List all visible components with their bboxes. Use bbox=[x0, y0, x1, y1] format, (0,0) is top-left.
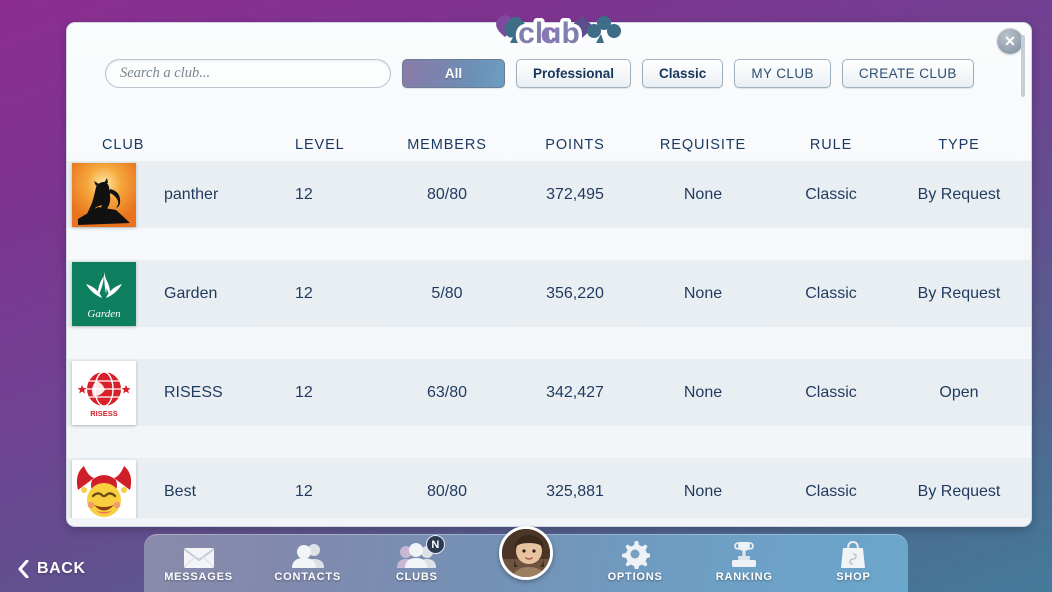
club-members: 80/80 bbox=[426, 185, 468, 203]
club-type: By Request bbox=[917, 482, 1001, 500]
club-requisite: None bbox=[683, 185, 723, 203]
club-type: By Request bbox=[917, 185, 1001, 203]
table-row[interactable]: Best 12 80/80 325,881 None Classic By Re… bbox=[67, 458, 1031, 518]
club-rule: Classic bbox=[805, 284, 857, 302]
chevron-left-icon bbox=[18, 560, 29, 578]
club-points: 342,427 bbox=[546, 383, 604, 401]
club-points: 325,881 bbox=[546, 482, 604, 500]
nav-label: MESSAGES bbox=[164, 571, 233, 583]
nav-item-options[interactable]: OPTIONS bbox=[587, 534, 683, 583]
club-requisite: None bbox=[683, 482, 723, 500]
club-rule: Classic bbox=[805, 185, 857, 203]
nav-item-contacts[interactable]: CONTACTS bbox=[260, 534, 356, 583]
profile-avatar-wrap bbox=[478, 526, 574, 580]
club-name: RISESS bbox=[164, 383, 223, 401]
avatar[interactable] bbox=[498, 526, 553, 580]
col-header-requisite: REQUISITE bbox=[659, 137, 747, 153]
club-points: 356,220 bbox=[546, 284, 604, 302]
svg-text:RISESS: RISESS bbox=[90, 409, 118, 418]
club-logo-text: club bbox=[518, 17, 580, 50]
col-header-points: POINTS bbox=[545, 137, 605, 153]
club-logo: club c club club bbox=[67, 11, 1031, 57]
col-header-level: LEVEL bbox=[295, 137, 345, 153]
club-level: 12 bbox=[295, 284, 313, 302]
club-level: 12 bbox=[295, 383, 313, 401]
club-requisite: None bbox=[683, 383, 723, 401]
nav-label: SHOP bbox=[836, 571, 871, 583]
club-requisite: None bbox=[683, 284, 723, 302]
svg-text:club: club bbox=[518, 17, 580, 50]
table-row[interactable]: Garden Garden 12 5/80 356,220 None Class… bbox=[67, 260, 1031, 327]
nav-label: RANKING bbox=[715, 571, 773, 583]
jester-face-avatar bbox=[72, 459, 136, 518]
club-name: Garden bbox=[164, 284, 218, 302]
nav-label: CLUBS bbox=[395, 571, 438, 583]
club-name: panther bbox=[164, 185, 219, 203]
club-level: 12 bbox=[295, 482, 313, 500]
club-rule: Classic bbox=[805, 482, 857, 500]
nav-item-shop[interactable]: SHOP bbox=[805, 534, 901, 583]
close-icon[interactable]: ✕ bbox=[997, 28, 1023, 54]
club-type: By Request bbox=[917, 284, 1001, 302]
bottom-nav: MESSAGES CONTACTS N CLUBS OPTIONS RANKIN… bbox=[144, 526, 908, 592]
trophy-icon bbox=[728, 539, 760, 569]
club-list: panther 12 80/80 372,495 None Classic By… bbox=[67, 161, 1031, 518]
table-header: CLUB LEVEL MEMBERS POINTS REQUISITE RULE… bbox=[67, 131, 1031, 159]
envelope-icon bbox=[182, 539, 215, 569]
club-level: 12 bbox=[295, 185, 313, 203]
gear-icon bbox=[620, 539, 651, 569]
club-members: 80/80 bbox=[426, 482, 468, 500]
clubs-notification-badge: N bbox=[425, 535, 445, 554]
garden-green-leaf-avatar: Garden bbox=[72, 261, 136, 326]
filter-professional-button[interactable]: Professional bbox=[516, 59, 632, 88]
filter-classic-button[interactable]: Classic bbox=[642, 59, 724, 88]
create-club-button[interactable]: CREATE CLUB bbox=[841, 59, 974, 88]
nav-label: CONTACTS bbox=[274, 571, 342, 583]
my-club-button[interactable]: MY CLUB bbox=[734, 59, 831, 88]
club-name: Best bbox=[164, 482, 197, 500]
club-rule: Classic bbox=[805, 383, 857, 401]
club-points: 372,495 bbox=[546, 185, 604, 203]
shopping-bag-icon bbox=[839, 539, 867, 569]
risess-red-globe-avatar: RISESS bbox=[72, 360, 136, 425]
back-button[interactable]: BACK bbox=[18, 560, 86, 578]
svg-text:Garden: Garden bbox=[87, 308, 121, 320]
nav-item-ranking[interactable]: RANKING bbox=[696, 534, 792, 583]
club-panel: ✕ All Professional Classic MY CLUB CREAT… bbox=[66, 14, 1032, 527]
nav-item-messages[interactable]: MESSAGES bbox=[151, 534, 247, 583]
col-header-club: CLUB bbox=[102, 137, 145, 153]
nav-label: OPTIONS bbox=[607, 571, 663, 583]
table-row[interactable]: RISESS RISESS 12 63/80 342,427 None Clas… bbox=[67, 359, 1031, 426]
panther-sunset-avatar bbox=[72, 162, 136, 227]
club-members: 5/80 bbox=[431, 284, 463, 302]
scrollbar[interactable] bbox=[1021, 33, 1025, 516]
filter-all-button[interactable]: All bbox=[402, 59, 505, 88]
nav-item-clubs[interactable]: N CLUBS bbox=[369, 534, 465, 583]
contacts-icon bbox=[290, 539, 326, 569]
col-header-rule: RULE bbox=[809, 137, 853, 153]
back-label: BACK bbox=[37, 560, 86, 577]
search-input[interactable] bbox=[105, 59, 391, 88]
club-members: 63/80 bbox=[426, 383, 468, 401]
col-header-type: TYPE bbox=[938, 137, 980, 153]
club-type: Open bbox=[939, 383, 979, 401]
table-row[interactable]: panther 12 80/80 372,495 None Classic By… bbox=[67, 161, 1031, 228]
scrollbar-thumb[interactable] bbox=[1021, 35, 1025, 97]
club-toolbar: All Professional Classic MY CLUB CREATE … bbox=[105, 59, 1009, 88]
svg-text:c: c bbox=[541, 17, 558, 50]
col-header-members: MEMBERS bbox=[407, 137, 487, 153]
